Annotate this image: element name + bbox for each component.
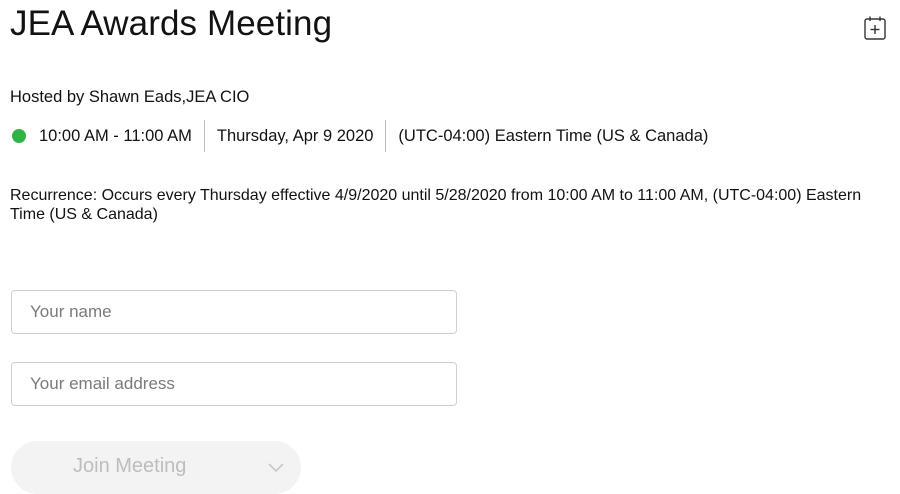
meeting-timezone: (UTC-04:00) Eastern Time (US & Canada) bbox=[398, 126, 709, 145]
name-input[interactable] bbox=[11, 290, 457, 334]
divider bbox=[385, 120, 387, 152]
calendar-add-icon[interactable] bbox=[863, 15, 887, 41]
meeting-time: 10:00 AM - 11:00 AM bbox=[39, 126, 192, 145]
divider bbox=[203, 120, 205, 152]
meeting-title: JEA Awards Meeting bbox=[10, 4, 333, 43]
chevron-down-icon[interactable] bbox=[266, 460, 286, 474]
join-meeting-button[interactable]: Join Meeting bbox=[11, 441, 301, 494]
recurrence-text: Recurrence: Occurs every Thursday effect… bbox=[10, 187, 862, 223]
status-dot-icon bbox=[12, 129, 26, 143]
meeting-date: Thursday, Apr 9 2020 bbox=[216, 126, 374, 145]
host-info: Hosted by Shawn Eads,JEA CIO bbox=[10, 88, 250, 106]
join-meeting-label: Join Meeting bbox=[73, 455, 187, 477]
email-input[interactable] bbox=[11, 362, 457, 406]
meeting-when: 10:00 AM - 11:00 AM Thursday, Apr 9 2020… bbox=[10, 120, 709, 152]
